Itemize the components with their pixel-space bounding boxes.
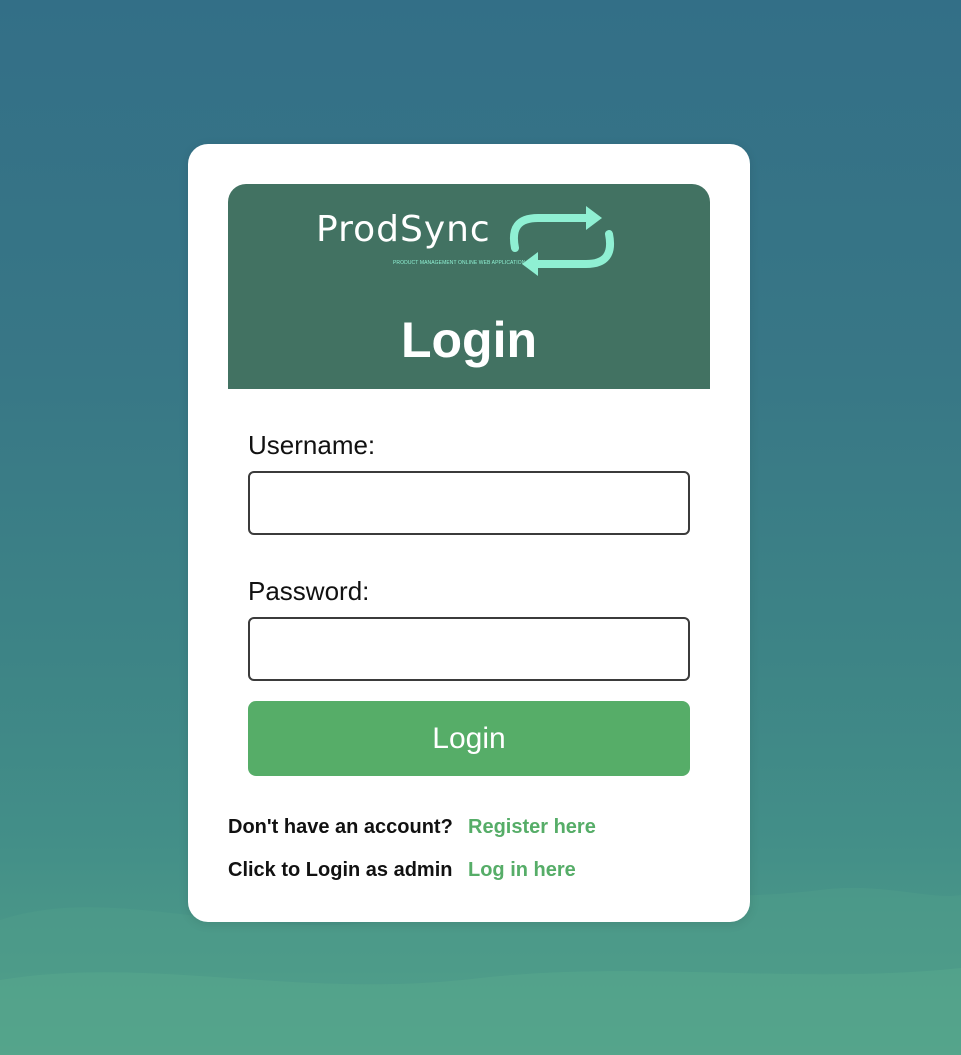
admin-login-row: Click to Login as admin Log in here: [228, 858, 576, 882]
register-link[interactable]: Register here: [468, 815, 596, 839]
login-button[interactable]: Login: [248, 701, 690, 776]
password-label: Password:: [248, 576, 370, 606]
register-row: Don't have an account? Register here: [228, 815, 596, 839]
sync-arrows-icon: [510, 206, 614, 276]
page-title: Login: [400, 312, 538, 368]
login-card: ProdSync PRODUCT MANAGEMENT ONLINE WEB A…: [188, 144, 750, 922]
username-label: Username:: [248, 430, 376, 460]
login-header: ProdSync PRODUCT MANAGEMENT ONLINE WEB A…: [228, 184, 710, 389]
register-prompt: Don't have an account?: [228, 816, 453, 838]
username-input[interactable]: [248, 471, 690, 535]
brand-logo: ProdSync PRODUCT MANAGEMENT ONLINE WEB A…: [316, 202, 636, 282]
password-input[interactable]: [248, 617, 690, 681]
brand-name: ProdSync: [316, 209, 491, 250]
admin-login-prompt: Click to Login as admin: [228, 859, 453, 881]
admin-login-link[interactable]: Log in here: [468, 858, 576, 882]
